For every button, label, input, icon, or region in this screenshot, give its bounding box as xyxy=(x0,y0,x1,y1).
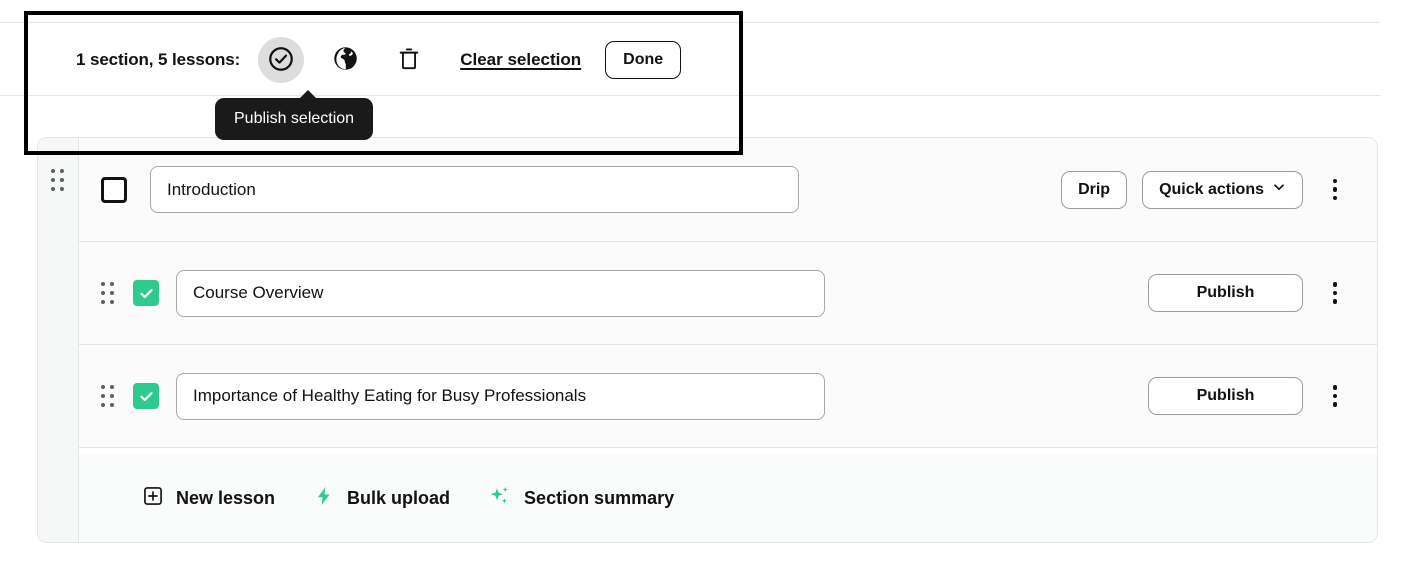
lesson-row-actions: Publish xyxy=(1148,242,1377,344)
screen-root: 1 section, 5 lessons: Clear selection Do… xyxy=(0,0,1421,578)
section-checkbox[interactable] xyxy=(101,176,127,203)
section-card: Drip Quick actions xyxy=(37,137,1378,543)
trash-icon xyxy=(396,46,422,75)
bulk-upload-action[interactable]: Bulk upload xyxy=(313,485,450,512)
publish-button[interactable]: Publish xyxy=(1148,377,1303,415)
new-lesson-label: New lesson xyxy=(176,487,276,508)
new-lesson-action[interactable]: New lesson xyxy=(142,485,275,512)
tooltip-label: Publish selection xyxy=(234,110,355,127)
lightning-bolt-icon xyxy=(313,485,335,512)
lesson-title-input[interactable] xyxy=(176,372,825,420)
done-button[interactable]: Done xyxy=(605,41,682,79)
lesson-overflow-menu[interactable] xyxy=(1317,275,1353,311)
delete-selection-button[interactable] xyxy=(386,37,432,83)
globe-icon xyxy=(332,45,359,75)
section-row-actions: Drip Quick actions xyxy=(1061,138,1377,241)
publish-selection-button[interactable] xyxy=(258,37,305,83)
section-title-input[interactable] xyxy=(150,166,799,213)
drag-handle-icon[interactable] xyxy=(101,384,117,408)
lesson-title-input[interactable] xyxy=(176,269,825,317)
bulk-upload-label: Bulk upload xyxy=(347,487,451,508)
drip-button[interactable]: Drip xyxy=(1061,170,1128,209)
section-drag-handle[interactable] xyxy=(51,168,67,192)
quick-actions-label: Quick actions xyxy=(1159,180,1264,198)
section-summary-action[interactable]: Section summary xyxy=(488,484,674,513)
clear-selection-link[interactable]: Clear selection xyxy=(460,50,581,70)
selection-summary-label: 1 section, 5 lessons: xyxy=(76,50,241,69)
sparkles-icon xyxy=(488,484,512,513)
check-circle-icon xyxy=(267,45,295,76)
bulk-selection-toolbar-content: 1 section, 5 lessons: Clear selection Do… xyxy=(76,23,682,97)
section-drag-rail[interactable] xyxy=(38,138,79,542)
quick-actions-button[interactable]: Quick actions xyxy=(1142,170,1303,209)
publish-button[interactable]: Publish xyxy=(1148,274,1303,312)
bulk-selection-toolbar: 1 section, 5 lessons: Clear selection Do… xyxy=(0,22,1380,96)
section-overflow-menu[interactable] xyxy=(1317,172,1353,208)
section-summary-label: Section summary xyxy=(524,487,675,508)
lesson-checkbox[interactable] xyxy=(133,383,159,409)
lesson-overflow-menu[interactable] xyxy=(1317,378,1353,414)
lesson-row: Publish xyxy=(79,345,1377,448)
lesson-row: Publish xyxy=(79,242,1377,345)
section-footer-actions: New lesson Bulk upload Section summary xyxy=(79,454,1377,542)
section-row: Drip Quick actions xyxy=(79,138,1377,242)
publish-selection-tooltip: Publish selection xyxy=(215,90,374,140)
lesson-checkbox[interactable] xyxy=(133,280,159,306)
drag-handle-icon[interactable] xyxy=(101,281,117,305)
lesson-row-actions: Publish xyxy=(1148,345,1377,447)
set-visibility-button[interactable] xyxy=(322,37,368,83)
plus-square-icon xyxy=(142,485,164,512)
chevron-down-icon xyxy=(1272,180,1286,199)
